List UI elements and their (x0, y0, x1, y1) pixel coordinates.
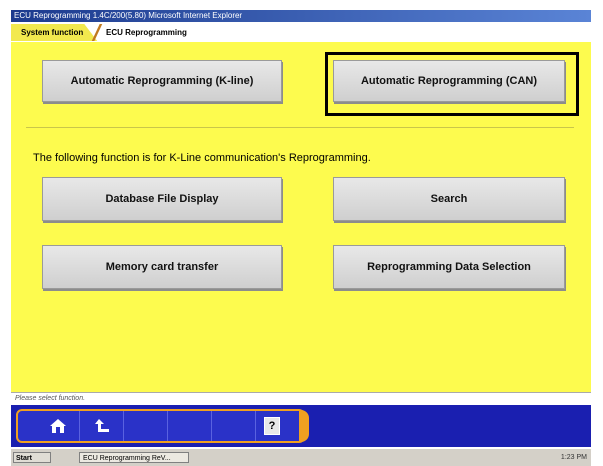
divider (26, 127, 574, 128)
database-file-display-button[interactable]: Database File Display (42, 177, 282, 221)
tab-bar: System function ECU Reprogramming (11, 22, 591, 42)
taskbar: Start ECU Reprogramming ReV... 1:23 PM (11, 448, 591, 466)
tab-ecu-reprogramming[interactable]: ECU Reprogramming (106, 24, 187, 41)
toolbar-frame-cap (299, 410, 309, 442)
toolbar-slot-4[interactable] (168, 411, 212, 441)
home-icon (49, 419, 66, 433)
start-button[interactable]: Start (13, 452, 51, 463)
window-title: ECU Reprogramming 1.4C/200(5.80) Microso… (11, 10, 591, 22)
help-icon: ? (264, 417, 280, 435)
memory-card-transfer-button[interactable]: Memory card transfer (42, 245, 282, 289)
search-button[interactable]: Search (333, 177, 565, 221)
status-bar: Please select function. (11, 392, 591, 405)
home-button[interactable] (36, 411, 80, 441)
auto-reprogramming-kline-button[interactable]: Automatic Reprogramming (K-line) (42, 60, 282, 102)
help-button[interactable]: ? (250, 411, 294, 441)
taskbar-item[interactable]: ECU Reprogramming ReV... (79, 452, 189, 463)
reprogramming-data-selection-button[interactable]: Reprogramming Data Selection (333, 245, 565, 289)
clock: 1:23 PM (560, 454, 587, 461)
info-text: The following function is for K-Line com… (33, 152, 371, 164)
tab-system-function[interactable]: System function (11, 24, 98, 41)
back-arrow-icon (94, 419, 109, 432)
tab-separator (91, 24, 103, 41)
back-button[interactable] (80, 411, 124, 441)
toolbar-slot-3[interactable] (124, 411, 168, 441)
highlight-box (325, 52, 579, 116)
app-window: ECU Reprogramming 1.4C/200(5.80) Microso… (0, 0, 603, 466)
